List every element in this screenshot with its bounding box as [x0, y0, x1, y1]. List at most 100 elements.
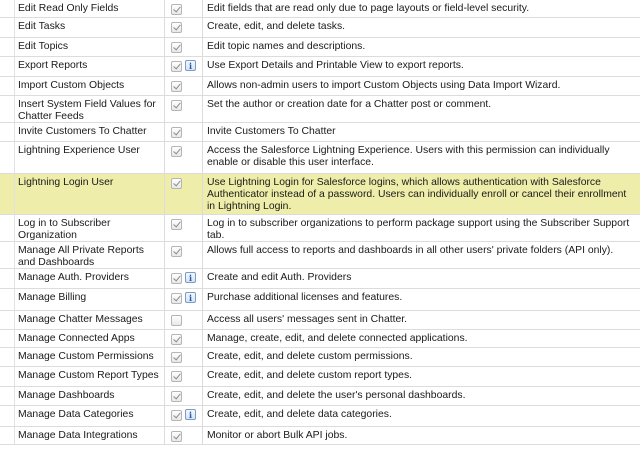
permission-enabled-cell: i [165, 269, 203, 288]
checkbox-icon[interactable] [171, 410, 182, 421]
info-icon[interactable]: i [185, 60, 196, 71]
permission-description: Use Lightning Login for Salesforce login… [207, 177, 627, 212]
row-gutter [0, 387, 15, 405]
row-gutter [0, 406, 15, 426]
checkbox-icon[interactable] [171, 391, 182, 402]
permission-row: Manage Auth. Providers i Create and edit A… [0, 269, 640, 289]
checkbox-icon[interactable] [171, 127, 182, 138]
permission-row: Lightning Experience User Access the Sale… [0, 142, 640, 174]
row-gutter [0, 57, 15, 76]
permission-name: Manage Billing [0, 289, 165, 310]
checkbox-icon[interactable] [171, 315, 182, 326]
permission-description: Access the Salesforce Lightning Experien… [207, 145, 610, 168]
checkbox-icon[interactable] [171, 42, 182, 53]
permission-description: Create, edit, and delete tasks. [207, 21, 346, 32]
permission-description: Use Export Details and Printable View to… [207, 60, 464, 71]
checkbox-icon[interactable] [171, 178, 182, 189]
permission-row: Export Reports i Use Export Details and Pr… [0, 57, 640, 77]
checkbox-icon[interactable] [171, 100, 182, 111]
permission-enabled-cell [165, 18, 203, 37]
permission-row: Log in to Subscriber Organization Log in … [0, 215, 640, 242]
permission-description: Invite Customers To Chatter [207, 126, 336, 137]
checkbox-icon[interactable] [171, 146, 182, 157]
permission-enabled-cell [165, 311, 203, 329]
permission-row: Invite Customers To Chatter Invite Custom… [0, 123, 640, 142]
permission-row: Manage Dashboards Create, edit, and delet… [0, 387, 640, 406]
checkbox-icon[interactable] [171, 431, 182, 442]
permission-name: Manage Custom Permissions [0, 348, 165, 366]
permission-name: Invite Customers To Chatter [0, 123, 165, 141]
checkbox-icon[interactable] [171, 61, 182, 72]
permission-enabled-cell [165, 38, 203, 56]
row-gutter [0, 311, 15, 329]
permission-description: Monitor or abort Bulk API jobs. [207, 430, 348, 441]
checkbox-icon[interactable] [171, 334, 182, 345]
permission-description: Edit fields that are read only due to pa… [207, 3, 530, 14]
permission-name: Export Reports [0, 57, 165, 76]
permission-row: Lightning Login User Use Lightning Login … [0, 174, 640, 215]
checkbox-icon[interactable] [171, 246, 182, 257]
permission-enabled-cell [165, 330, 203, 347]
row-gutter [0, 348, 15, 366]
checkbox-icon[interactable] [171, 219, 182, 230]
permission-enabled-cell [165, 215, 203, 241]
permission-row: Manage Billing i Purchase additional licen… [0, 289, 640, 311]
permission-description: Allows non-admin users to import Custom … [207, 80, 561, 91]
row-gutter [0, 174, 15, 214]
permission-row: Insert System Field Values for Chatter F… [0, 96, 640, 123]
permission-description: Set the author or creation date for a Ch… [207, 99, 492, 110]
permission-row: Manage Connected Apps Manage, create, edi… [0, 330, 640, 348]
permission-description: Create and edit Auth. Providers [207, 272, 352, 283]
permission-description: Create, edit, and delete custom report t… [207, 370, 413, 381]
permission-row: Manage Data Integrations Monitor or abort… [0, 427, 640, 445]
permission-description: Access all users' messages sent in Chatt… [207, 314, 408, 325]
permission-row: Manage All Private Reports and Dashboard… [0, 242, 640, 269]
permission-name: Manage Chatter Messages [0, 311, 165, 329]
permission-name: Insert System Field Values for Chatter F… [0, 96, 165, 122]
row-gutter [0, 77, 15, 95]
row-gutter [0, 18, 15, 37]
permission-row: Edit Topics Edit topic names and descript… [0, 38, 640, 57]
row-gutter [0, 38, 15, 56]
permission-description: Manage, create, edit, and delete connect… [207, 333, 468, 344]
row-gutter [0, 215, 15, 241]
permission-description: Log in to subscriber organizations to pe… [207, 218, 630, 241]
checkbox-icon[interactable] [171, 352, 182, 363]
checkbox-icon[interactable] [171, 22, 182, 33]
checkbox-icon[interactable] [171, 371, 182, 382]
permission-name: Edit Read Only Fields [0, 0, 165, 17]
row-gutter [0, 367, 15, 386]
info-icon[interactable]: i [185, 272, 196, 283]
permission-enabled-cell: i [165, 406, 203, 426]
row-gutter [0, 427, 15, 444]
permission-name: Edit Tasks [0, 18, 165, 37]
row-gutter [0, 0, 15, 17]
checkbox-icon[interactable] [171, 81, 182, 92]
info-icon[interactable]: i [185, 409, 196, 420]
permission-name: Manage Custom Report Types [0, 367, 165, 386]
permission-enabled-cell [165, 367, 203, 386]
permission-enabled-cell [165, 77, 203, 95]
permission-row: Manage Chatter Messages Access all users'… [0, 311, 640, 330]
checkbox-icon[interactable] [171, 4, 182, 15]
permission-name: Manage Data Integrations [0, 427, 165, 444]
permission-name: Log in to Subscriber Organization [0, 215, 165, 241]
permission-name: Import Custom Objects [0, 77, 165, 95]
checkbox-icon[interactable] [171, 293, 182, 304]
permission-row: Manage Custom Permissions Create, edit, a… [0, 348, 640, 367]
row-gutter [0, 123, 15, 141]
row-gutter [0, 269, 15, 288]
info-icon[interactable]: i [185, 292, 196, 303]
row-gutter [0, 96, 15, 122]
permission-description: Create, edit, and delete the user's pers… [207, 390, 466, 401]
permission-name: Edit Topics [0, 38, 165, 56]
permission-enabled-cell [165, 96, 203, 122]
permission-row: Import Custom Objects Allows non-admin us… [0, 77, 640, 96]
permission-enabled-cell [165, 348, 203, 366]
permission-description: Allows full access to reports and dashbo… [207, 245, 614, 256]
permission-enabled-cell [165, 123, 203, 141]
permission-enabled-cell [165, 387, 203, 405]
row-gutter [0, 242, 15, 268]
checkbox-icon[interactable] [171, 273, 182, 284]
permission-name: Manage Connected Apps [0, 330, 165, 347]
